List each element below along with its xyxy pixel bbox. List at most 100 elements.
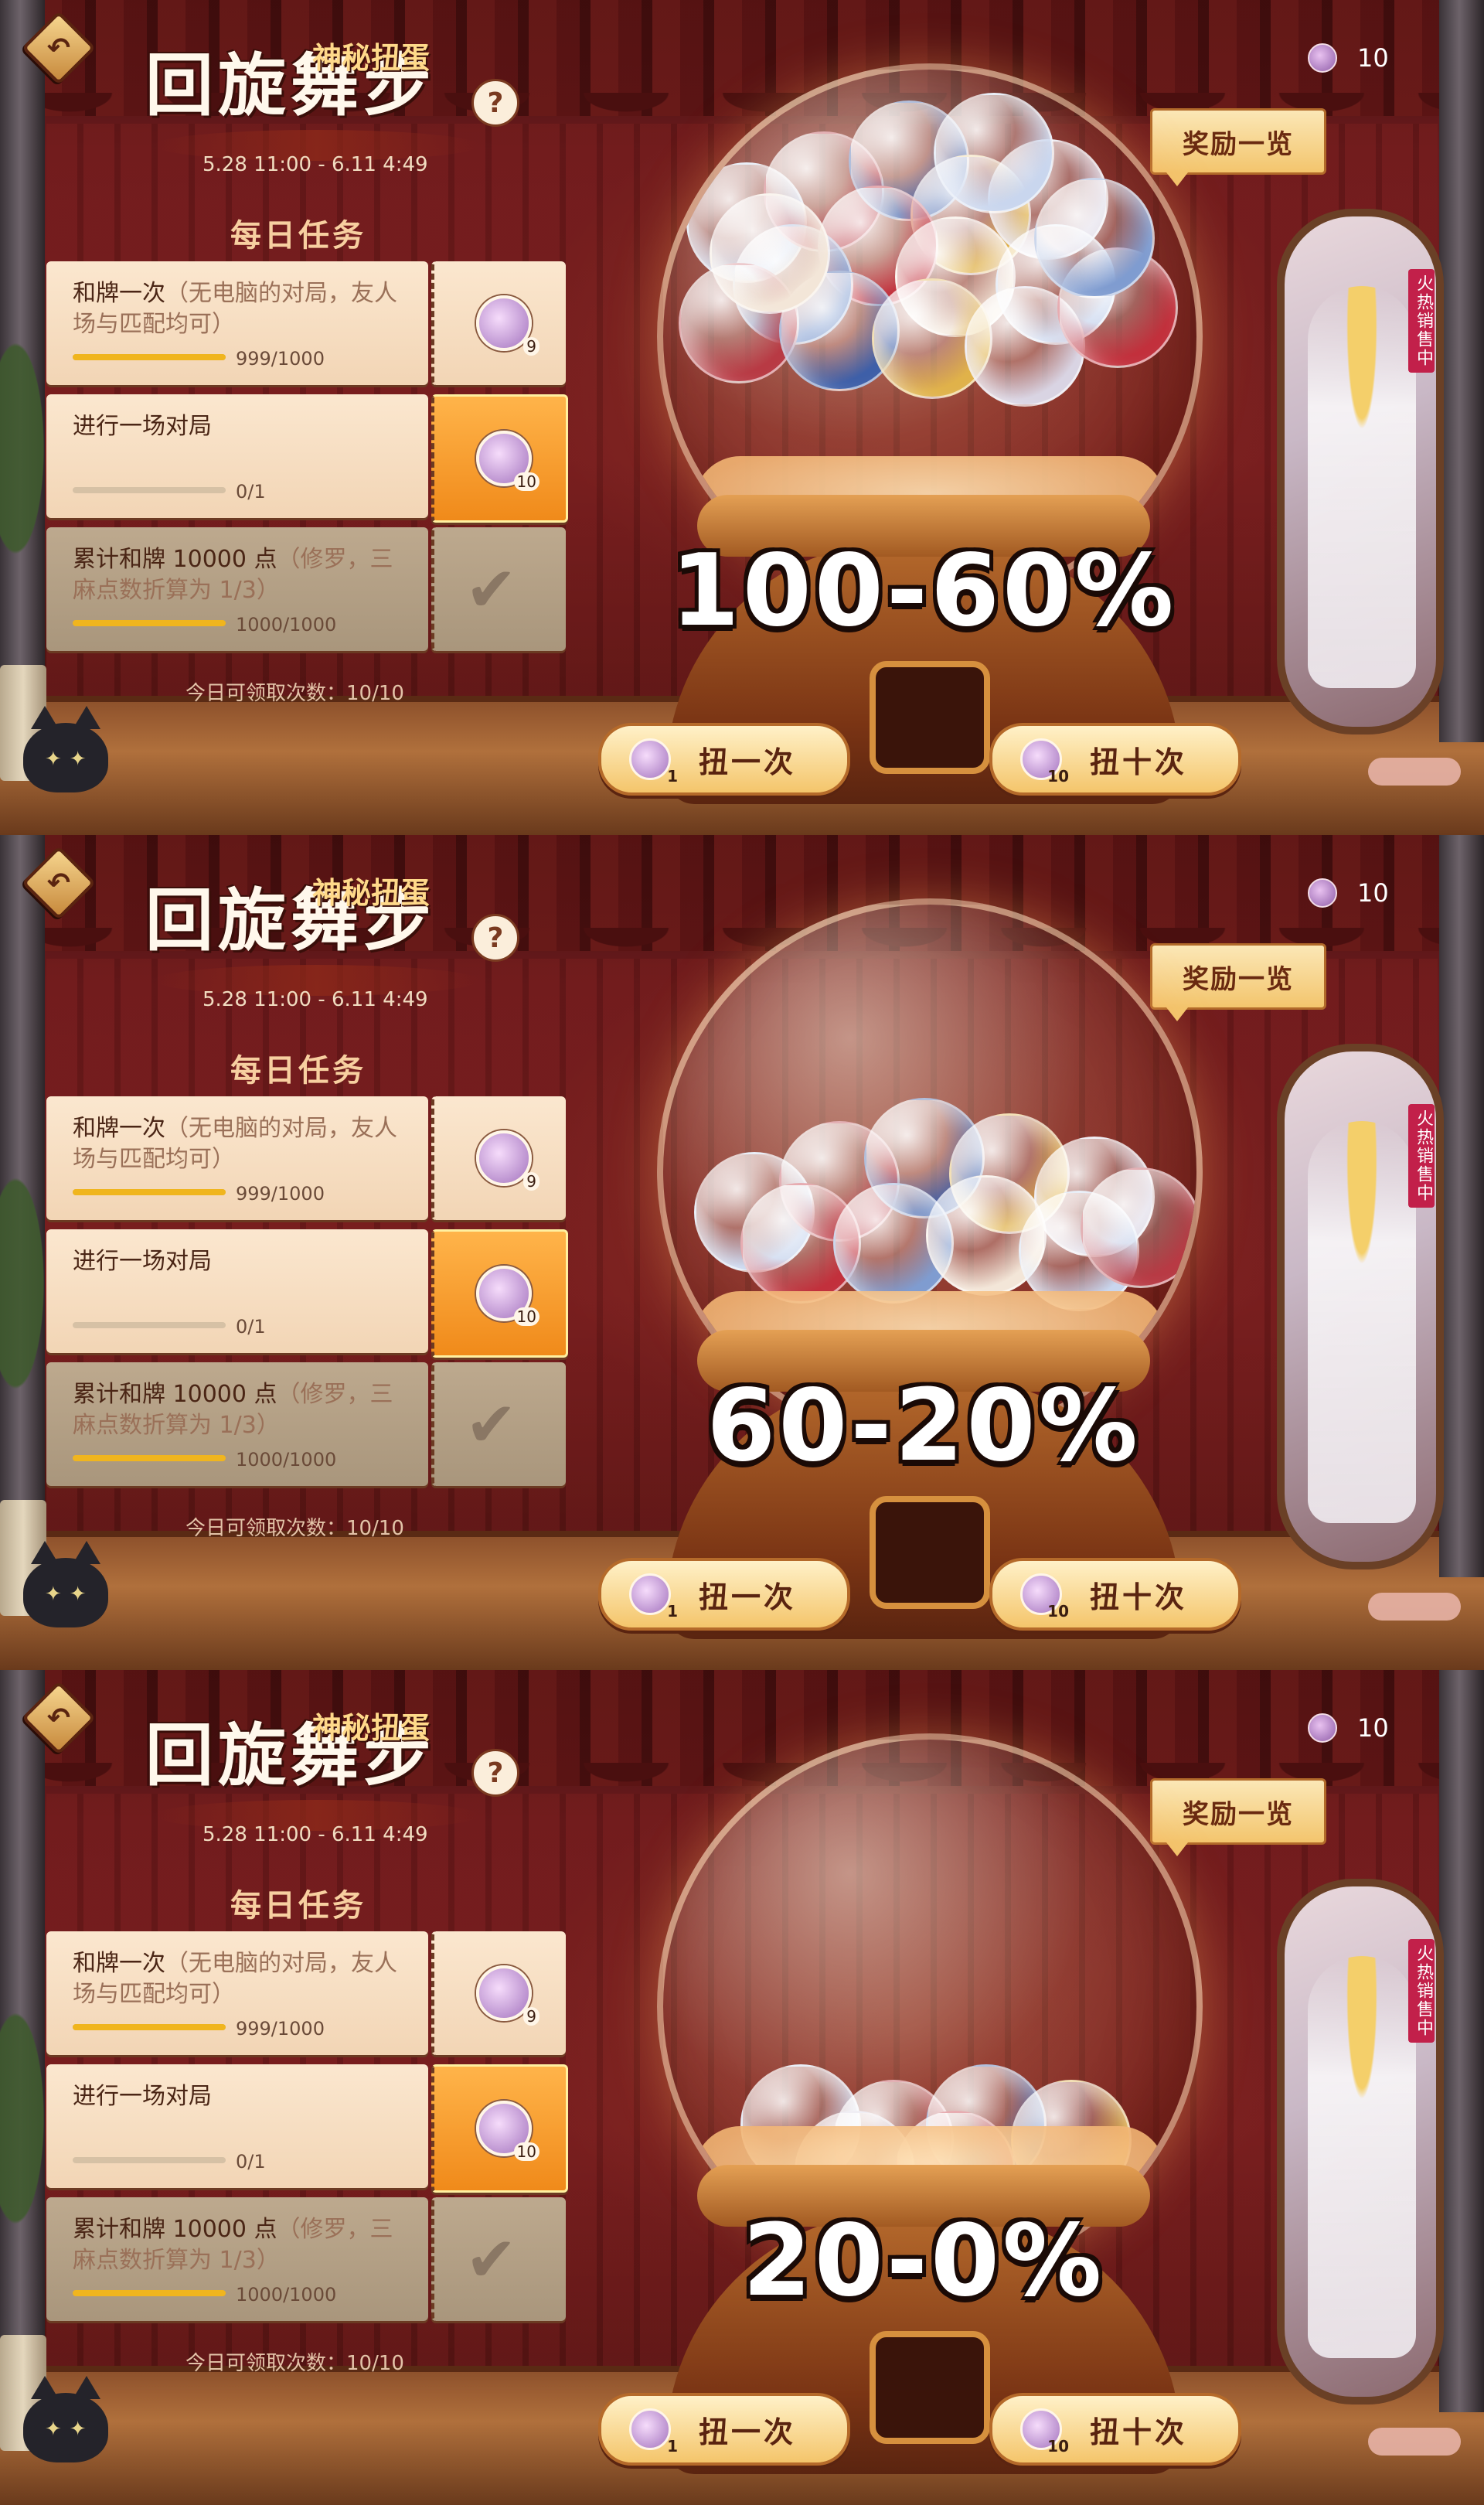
task-reward-slot[interactable]: ✔: [431, 1362, 566, 1486]
task-card[interactable]: 和牌一次（无电脑的对局，友人场与匹配均可） 999/1000 9: [46, 1931, 566, 2055]
task-reward-slot[interactable]: 10: [431, 1229, 568, 1358]
task-card[interactable]: 进行一场对局 0/1 10: [46, 1229, 568, 1358]
draw-ten-cost: 10: [1047, 2437, 1069, 2456]
capsule-ball: [1034, 178, 1155, 298]
task-body: 和牌一次（无电脑的对局，友人场与匹配均可） 999/1000: [46, 1096, 428, 1220]
task-card[interactable]: 累计和牌 10000 点（修罗，三麻点数折算为 1/3） 1000/1000 ✔: [46, 2197, 566, 2321]
help-button[interactable]: ?: [471, 1749, 519, 1797]
task-reward-slot[interactable]: 9: [431, 261, 566, 385]
task-card[interactable]: 进行一场对局 0/1 10: [46, 2064, 568, 2193]
cat-eyes: ✦✦: [45, 748, 94, 771]
draw-ten-label: 扭十次: [1089, 1580, 1187, 1614]
remaining-percent-label: 60-20%: [706, 1368, 1141, 1484]
token-count: 10: [1357, 43, 1389, 73]
swan-token-icon: [1308, 878, 1337, 908]
task-body: 累计和牌 10000 点（修罗，三麻点数折算为 1/3） 1000/1000: [46, 1362, 428, 1486]
checkmark-icon: ✔: [465, 1389, 518, 1460]
swan-token-icon: 1: [629, 738, 678, 786]
swan-token-icon: [1308, 1713, 1337, 1743]
swan-token-icon: 10: [476, 2101, 539, 2161]
draw-ten-button[interactable]: 10 扭十次: [989, 723, 1241, 796]
daily-tasks-title: 每日任务: [230, 1888, 366, 1924]
draw-ten-cost: 10: [1047, 767, 1069, 786]
swan-token-icon: 10: [476, 431, 539, 491]
swan-token-icon: 10: [1020, 2408, 1069, 2456]
back-arrow-icon: ↶: [46, 867, 71, 899]
swan-token-icon: 1: [629, 1573, 678, 1621]
cat-ear: [73, 2376, 100, 2399]
draw-once-button[interactable]: 1 扭一次: [598, 723, 850, 796]
task-progress-bar: [73, 1189, 226, 1195]
checkmark-icon: ✔: [465, 2224, 518, 2295]
cat-ear: [31, 1541, 59, 1564]
cat-ear: [31, 706, 59, 729]
event-date-range: 5.28 11:00 - 6.11 4:49: [203, 988, 428, 1011]
task-text: 和牌一次: [73, 1115, 165, 1142]
task-description: 累计和牌 10000 点（修罗，三麻点数折算为 1/3）: [73, 1379, 413, 1441]
task-body: 进行一场对局 0/1: [46, 394, 428, 518]
task-progress-fill: [73, 2024, 226, 2030]
task-body: 进行一场对局 0/1: [46, 1229, 428, 1353]
task-reward-slot[interactable]: 10: [431, 2064, 568, 2193]
task-card[interactable]: 累计和牌 10000 点（修罗，三麻点数折算为 1/3） 1000/1000 ✔: [46, 527, 566, 651]
swan-token-icon: 9: [476, 1965, 539, 2026]
task-progress-bar: [73, 2024, 226, 2030]
task-card[interactable]: 和牌一次（无电脑的对局，友人场与匹配均可） 999/1000 9: [46, 261, 566, 385]
task-description: 进行一场对局: [73, 411, 413, 442]
task-body: 累计和牌 10000 点（修罗，三麻点数折算为 1/3） 1000/1000: [46, 2197, 428, 2321]
capsule-chute[interactable]: [870, 1496, 990, 1609]
black-cat-mascot: ✦✦: [23, 1541, 108, 1627]
task-progress-bar: [73, 354, 226, 360]
task-progress-text: 1000/1000: [236, 2284, 337, 2306]
task-description: 进行一场对局: [73, 1246, 413, 1277]
task-reward-slot[interactable]: 10: [431, 394, 568, 523]
task-text: 累计和牌 10000 点: [73, 546, 277, 573]
capsule-chute[interactable]: [870, 2331, 990, 2444]
task-reward-slot[interactable]: 9: [431, 1931, 566, 2055]
help-button[interactable]: ?: [471, 914, 519, 962]
task-reward-count: 9: [523, 2007, 539, 2026]
reward-list-button[interactable]: 奖励一览: [1150, 943, 1326, 1021]
gacha-panel: ✦✦ ↶ 回旋舞步 神秘扭蛋 5.28 11:00 - 6.11 4:49 ? …: [0, 0, 1484, 835]
task-progress-text: 0/1: [236, 1316, 266, 1338]
remaining-percent-label: 100-60%: [670, 533, 1177, 649]
remaining-percent-label: 20-0%: [742, 2203, 1105, 2319]
task-progress-text: 1000/1000: [236, 1449, 337, 1471]
capsule-ball: [934, 93, 1054, 213]
draw-once-button[interactable]: 1 扭一次: [598, 1558, 850, 1631]
event-date-range: 5.28 11:00 - 6.11 4:49: [203, 153, 428, 176]
hot-sale-tag: 火热销售中: [1408, 1939, 1435, 2043]
capsule-chute[interactable]: [870, 661, 990, 774]
draw-ten-cost: 10: [1047, 1602, 1069, 1621]
reward-list-button[interactable]: 奖励一览: [1150, 1778, 1326, 1856]
task-progress-bar: [73, 620, 226, 626]
task-text: 进行一场对局: [73, 413, 212, 440]
draw-ten-button[interactable]: 10 扭十次: [989, 1558, 1241, 1631]
draw-ten-button[interactable]: 10 扭十次: [989, 2393, 1241, 2466]
task-reward-slot[interactable]: 9: [431, 1096, 566, 1220]
task-card[interactable]: 进行一场对局 0/1 10: [46, 394, 568, 523]
task-progress-fill: [73, 354, 226, 360]
reward-list-button[interactable]: 奖励一览: [1150, 108, 1326, 186]
event-subtitle: 神秘扭蛋: [312, 40, 431, 75]
task-card[interactable]: 和牌一次（无电脑的对局，友人场与匹配均可） 999/1000 9: [46, 1096, 566, 1220]
task-progress-text: 0/1: [236, 2151, 266, 2173]
draw-once-cost: 1: [667, 1602, 678, 1621]
help-button[interactable]: ?: [471, 79, 519, 127]
task-progress-fill: [73, 620, 226, 626]
task-reward-slot[interactable]: ✔: [431, 527, 566, 651]
task-body: 累计和牌 10000 点（修罗，三麻点数折算为 1/3） 1000/1000: [46, 527, 428, 651]
task-card[interactable]: 累计和牌 10000 点（修罗，三麻点数折算为 1/3） 1000/1000 ✔: [46, 1362, 566, 1486]
draw-once-label: 扭一次: [698, 745, 796, 779]
daily-claim-limit: 今日可领取次数：10/10: [186, 1517, 404, 1540]
task-reward-slot[interactable]: ✔: [431, 2197, 566, 2321]
task-progress-text: 999/1000: [236, 1183, 325, 1205]
task-description: 累计和牌 10000 点（修罗，三麻点数折算为 1/3）: [73, 2214, 413, 2276]
task-description: 和牌一次（无电脑的对局，友人场与匹配均可）: [73, 1113, 413, 1175]
swan-token-icon: 1: [629, 2408, 678, 2456]
event-date-range: 5.28 11:00 - 6.11 4:49: [203, 1823, 428, 1846]
task-text: 累计和牌 10000 点: [73, 2216, 277, 2243]
task-progress-fill: [73, 2290, 226, 2296]
task-progress-text: 999/1000: [236, 2018, 325, 2040]
draw-once-button[interactable]: 1 扭一次: [598, 2393, 850, 2466]
